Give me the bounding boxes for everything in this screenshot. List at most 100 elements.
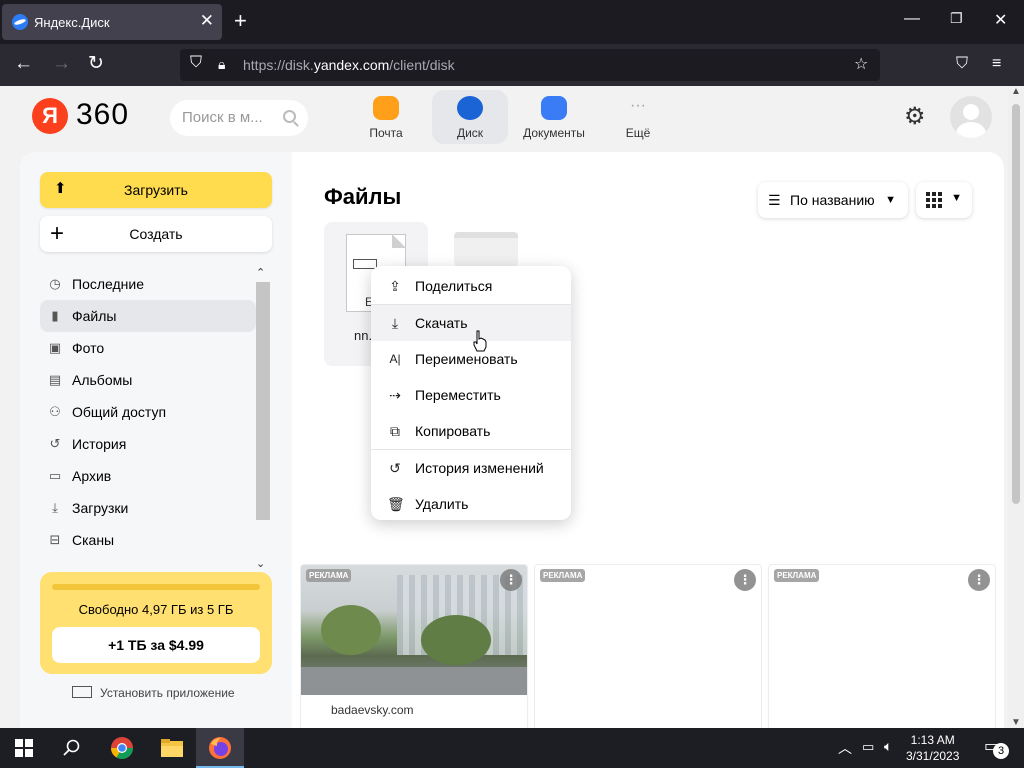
scrollbar-thumb[interactable] [256, 282, 270, 520]
close-window-icon[interactable]: ✕ [994, 10, 1007, 30]
storage-free-text: Свободно 4,97 ГБ из 5 ГБ [78, 602, 234, 617]
taskbar-search-button[interactable] [48, 728, 96, 768]
menu-item-download[interactable]: ⤓ Скачать [371, 305, 571, 341]
sidebar-item-downloads[interactable]: ⤓ Загрузки [40, 492, 256, 524]
start-button[interactable] [0, 728, 48, 768]
search-input[interactable]: Поиск в м... [170, 100, 308, 136]
sidebar-item-recent[interactable]: ◷ Последние [40, 268, 256, 300]
notification-center-button[interactable]: ▭ 3 [984, 736, 1009, 759]
documents-icon [541, 96, 567, 120]
user-avatar[interactable] [950, 96, 992, 138]
sidebar-item-files[interactable]: ▮ Файлы [40, 300, 256, 332]
menu-icon[interactable]: ≡ [992, 53, 1001, 75]
scroll-down-icon[interactable]: ▼ [1011, 717, 1021, 728]
volume-icon[interactable]: 🔈︎ [884, 738, 892, 755]
scan-icon: ⊟ [49, 532, 61, 547]
buy-storage-button[interactable]: +1 ТБ за $4.99 [52, 627, 260, 663]
sidebar-item-photo[interactable]: ▣ Фото [40, 332, 256, 364]
sidebar-item-label: Последние [72, 276, 145, 292]
scroll-up-icon[interactable]: ⌃ [256, 266, 265, 279]
ad-tile[interactable]: РЕКЛАМА ⋮ badaevsky.com [300, 564, 528, 728]
create-button[interactable]: + Создать [40, 216, 272, 252]
menu-item-move[interactable]: ⇢ Переместить [371, 377, 571, 413]
address-bar[interactable]: ⛉ 🔒︎ https://disk.yandex.com/client/disk… [180, 49, 880, 81]
browser-tab[interactable]: Яндекс.Диск ✕ [2, 4, 222, 40]
show-hidden-icons-icon[interactable]: ︿ [838, 738, 852, 758]
browser-tab-bar: Яндекс.Диск ✕ + — ❐ ✕ [0, 0, 1024, 44]
menu-item-label: Скачать [415, 315, 468, 331]
restore-window-icon[interactable]: ❐ [950, 10, 963, 27]
upload-button[interactable]: ⬆ Загрузить [40, 172, 272, 208]
clock-time: 1:13 AM [910, 733, 955, 747]
ad-image-tree [421, 615, 491, 665]
settings-gear-icon[interactable]: ⚙ [904, 102, 926, 131]
ad-tile[interactable]: РЕКЛАМА ⋮ [768, 564, 996, 728]
install-app-link[interactable]: Установить приложение [72, 686, 235, 700]
clock-icon: ◷ [49, 276, 61, 291]
yandex-disk-favicon-icon [12, 14, 28, 30]
sidebar-item-label: Файлы [72, 308, 117, 324]
reload-icon[interactable]: ↻ [88, 53, 104, 75]
taskbar-chrome[interactable] [98, 728, 146, 768]
menu-item-share[interactable]: ⇪ Поделиться [371, 268, 571, 304]
trash-icon: 🗑 [387, 496, 405, 512]
menu-item-rename[interactable]: A| Переименовать [371, 341, 571, 377]
upload-label: Загрузить [124, 182, 188, 198]
url-text[interactable]: https://disk.yandex.com/client/disk [243, 57, 455, 73]
search-icon [63, 739, 80, 756]
menu-item-label: История изменений [415, 460, 544, 476]
menu-item-copy[interactable]: ⧉ Копировать [371, 413, 571, 449]
sort-dropdown[interactable]: ☰ По названию ▼ [758, 182, 908, 218]
ad-image[interactable] [301, 565, 527, 695]
more-dots-icon: ··· [630, 97, 646, 114]
menu-item-version-history[interactable]: ↺ История изменений [371, 450, 571, 486]
service-label: Диск [456, 126, 484, 140]
system-clock[interactable]: 1:13 AM 3/31/2023 [906, 732, 959, 764]
ad-more-icon[interactable]: ⋮ [500, 569, 522, 591]
scroll-up-icon[interactable]: ▲ [1011, 86, 1021, 97]
ad-source[interactable]: badaevsky.com [331, 703, 413, 717]
ad-more-icon[interactable]: ⋮ [734, 569, 756, 591]
menu-item-label: Копировать [415, 423, 491, 439]
upload-icon: ⬆ [54, 180, 67, 197]
network-icon[interactable]: ▭ [862, 739, 874, 755]
sidebar-scrollbar[interactable]: ⌃ ⌄ [256, 266, 270, 570]
mail-icon [373, 96, 399, 120]
notification-count: 3 [993, 743, 1009, 759]
service-disk[interactable]: Диск [432, 90, 508, 144]
windows-logo-icon [15, 739, 33, 757]
page-scrollbar[interactable]: ▲ ▼ [1008, 86, 1024, 728]
menu-item-label: Переместить [415, 387, 501, 403]
service-more[interactable]: ··· Ещё [600, 90, 676, 144]
view-mode-dropdown[interactable]: ▼ [916, 182, 972, 218]
shield-icon[interactable]: ⛉ [190, 54, 202, 72]
taskbar-firefox[interactable] [196, 728, 244, 768]
service-documents[interactable]: Документы [516, 90, 592, 144]
back-icon[interactable]: ← [14, 53, 33, 75]
sidebar-item-scans[interactable]: ⊟ Сканы [40, 524, 256, 556]
ad-more-icon[interactable]: ⋮ [968, 569, 990, 591]
yandex-360-logo[interactable]: Я 360 [32, 98, 162, 138]
close-tab-icon[interactable]: ✕ [200, 11, 214, 31]
service-label: Документы [523, 126, 585, 140]
minimize-window-icon[interactable]: — [904, 10, 920, 28]
pocket-icon[interactable]: ⛉ [956, 53, 968, 75]
new-tab-button[interactable]: + [234, 9, 247, 33]
sidebar-item-albums[interactable]: ▤ Альбомы [40, 364, 256, 396]
bookmark-star-icon[interactable]: ☆ [854, 54, 868, 74]
sidebar-item-archive[interactable]: ▭ Архив [40, 460, 256, 492]
search-icon[interactable] [283, 110, 296, 123]
albums-icon: ▤ [48, 372, 62, 387]
ad-tile[interactable]: РЕКЛАМА ⋮ [534, 564, 762, 728]
taskbar-file-explorer[interactable] [148, 728, 196, 768]
service-mail[interactable]: Почта [348, 90, 424, 144]
sidebar-item-label: Загрузки [72, 500, 129, 516]
sidebar-item-history[interactable]: ↺ История [40, 428, 256, 460]
sidebar-item-shared[interactable]: ⚇ Общий доступ [40, 396, 256, 428]
lock-icon[interactable]: 🔒︎ [218, 56, 225, 73]
scrollbar-thumb[interactable] [1012, 104, 1020, 504]
photo-icon: ▣ [48, 340, 62, 355]
scroll-down-icon[interactable]: ⌄ [256, 557, 265, 570]
download-icon: ⤓ [391, 315, 399, 331]
menu-item-delete[interactable]: 🗑 Удалить [371, 486, 571, 522]
